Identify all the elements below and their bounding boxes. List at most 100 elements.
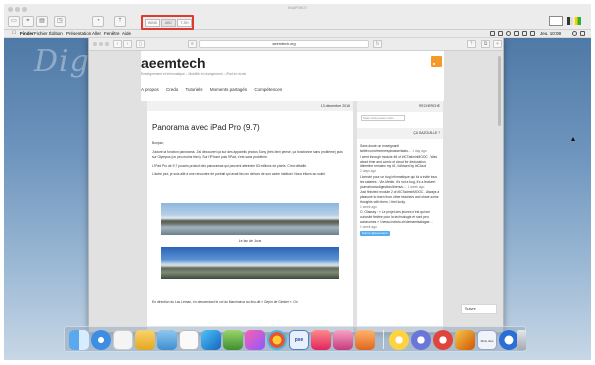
mindmap-icon[interactable] xyxy=(245,330,265,350)
crayons-icon[interactable] xyxy=(455,330,475,350)
textedit-icon[interactable] xyxy=(113,330,133,350)
trash-icon[interactable] xyxy=(517,330,526,350)
nav-link-moments-partages[interactable]: Moments partagés xyxy=(210,87,247,92)
keynote-icon[interactable]: Mots clés xyxy=(477,330,497,350)
desktop: Digit ‹ › ▯ ≡ aeemtech.org ↻ ⇡ ⧉ + aeemt… xyxy=(4,38,591,360)
mode-shape-button[interactable]: T-SH xyxy=(177,19,192,27)
main-column: 13 décembre 2016 Panorama avec iPad Pro … xyxy=(147,101,353,332)
share-icon[interactable]: ⇡ xyxy=(467,40,476,48)
twitter-follow-button[interactable]: Suivre @aeemtech xyxy=(360,231,390,237)
tweet-item[interactable]: Licencié pour un bug informatique qui lu… xyxy=(360,175,440,185)
finder-icon[interactable] xyxy=(69,330,89,350)
capture-tool-icon[interactable]: ◳ xyxy=(54,16,66,27)
sync-icon[interactable] xyxy=(506,31,511,36)
capture-mode-group: WIND ABC T-SH xyxy=(141,15,194,30)
flower-app-icon[interactable] xyxy=(333,330,353,350)
color-well[interactable] xyxy=(549,16,563,26)
volume-icon[interactable] xyxy=(530,31,535,36)
pse-app-icon[interactable]: pse xyxy=(289,330,309,350)
screen: SNAPSHOT ▭ ⌖ ▤ ◳ ◔ ⇡ WIND ABC T-SH  Fin… xyxy=(0,0,595,365)
smiley-icon[interactable] xyxy=(389,330,409,350)
twitter-heading: ÇA GAZOUILLE ? xyxy=(357,128,443,139)
safari-icon[interactable] xyxy=(91,330,111,350)
gamebox-icon[interactable] xyxy=(223,330,243,350)
menu-presentation[interactable]: Présentation xyxy=(66,31,91,36)
menu-fenetre[interactable]: Fenêtre xyxy=(104,31,120,36)
post-paragraph: J'adore la fonction panorama. J'ai décou… xyxy=(152,149,343,160)
pen-app-icon[interactable] xyxy=(201,330,221,350)
panorama-image-lake[interactable] xyxy=(161,203,339,235)
menu-clock[interactable]: Jeu. 10:08 xyxy=(540,31,561,36)
panorama-image-valley[interactable] xyxy=(161,247,339,279)
search-input[interactable]: Tapez and pressez enter xyxy=(361,115,405,121)
dock: pse Mots clés xyxy=(64,326,526,352)
tweet-item[interactable]: twitter.com/mmerespinasse/statu… 1 day a… xyxy=(360,149,440,154)
tweet-item[interactable]: O. Glassey : « Le projet des jeunes n'es… xyxy=(360,210,440,230)
suivre-button[interactable]: Suivre xyxy=(461,304,497,314)
spotlight-icon[interactable] xyxy=(572,31,577,36)
browser-zoom-icon[interactable] xyxy=(105,42,109,46)
menu-fichier[interactable]: Fichier xyxy=(34,31,48,36)
preview-icon[interactable] xyxy=(179,330,199,350)
nav-link-credo[interactable]: Credo xyxy=(166,87,178,92)
rss-icon[interactable] xyxy=(431,56,442,67)
url-bar[interactable]: aeemtech.org xyxy=(199,40,369,48)
disc-app-icon[interactable] xyxy=(411,330,431,350)
post-paragraph: L'autre jour, je suis allé à une rencont… xyxy=(152,172,326,177)
bookmarks-icon[interactable] xyxy=(135,330,155,350)
forward-icon[interactable]: › xyxy=(123,40,132,48)
menu-aide[interactable]: Aide xyxy=(122,31,131,36)
menu-edition[interactable]: Édition xyxy=(49,31,63,36)
appstore-icon[interactable] xyxy=(499,330,519,350)
scrollbar[interactable] xyxy=(498,56,501,126)
new-tab-icon[interactable]: + xyxy=(493,40,502,48)
tweet-item[interactable]: Sans doute un enseignant! xyxy=(360,144,440,149)
back-icon[interactable]: ‹ xyxy=(113,40,122,48)
nav-link-tutoriels[interactable]: Tutoriels xyxy=(185,87,202,92)
reader-icon[interactable]: ≡ xyxy=(188,40,197,48)
site-title[interactable]: aeemtech xyxy=(141,55,206,71)
sidebar-icon[interactable]: ▯ xyxy=(136,40,145,48)
browser-minimize-icon[interactable] xyxy=(99,42,103,46)
menu-aller[interactable]: Aller xyxy=(92,31,101,36)
mode-text-button[interactable]: ABC xyxy=(161,19,176,27)
reload-icon[interactable]: ↻ xyxy=(373,40,382,48)
post-paragraph: En direction du Lac Léman, en descendant… xyxy=(152,300,298,304)
pages-icon[interactable] xyxy=(355,330,375,350)
mode-window-button[interactable]: WIND xyxy=(145,19,160,27)
post-title[interactable]: Panorama avec iPad Pro (9.7) xyxy=(152,123,260,132)
color-palette[interactable] xyxy=(567,17,581,25)
post-paragraph: Bonjour, xyxy=(152,141,165,145)
web-page: aeemtech Enseignement et informatique – … xyxy=(89,51,503,332)
post-date: 13 décembre 2016 xyxy=(147,101,353,111)
notification-icon[interactable] xyxy=(580,31,585,36)
menu-app-finder[interactable]: Finder xyxy=(20,31,34,36)
crop-tool-icon[interactable]: ▭ xyxy=(8,16,20,27)
battery-icon[interactable] xyxy=(522,31,527,36)
numbers-icon[interactable] xyxy=(157,330,177,350)
timer-tool-icon[interactable]: ◔ xyxy=(92,16,104,27)
share-tool-icon[interactable]: ⇡ xyxy=(114,16,126,27)
window-tool-icon[interactable]: ▤ xyxy=(36,16,48,27)
tweet-item[interactable]: journalnomodigestion/dirers/u… 1 week ag… xyxy=(360,185,440,190)
tweet-item[interactable]: Just finished module 2 of #ICTadminMOOC … xyxy=(360,190,440,210)
post-body: Bonjour, J'adore la fonction panorama. J… xyxy=(152,141,348,181)
tabs-icon[interactable]: ⧉ xyxy=(481,40,490,48)
nav-link-competences[interactable]: Compétences xyxy=(254,87,282,92)
record-app-icon[interactable] xyxy=(433,330,453,350)
menu-bar:  Finder Fichier Édition Présentation Al… xyxy=(4,30,591,38)
select-tool-icon[interactable]: ⌖ xyxy=(22,16,34,27)
wifi-icon[interactable] xyxy=(514,31,519,36)
display-icon[interactable] xyxy=(498,31,503,36)
music-icon[interactable] xyxy=(311,330,331,350)
browser-close-icon[interactable] xyxy=(93,42,97,46)
photos-icon[interactable] xyxy=(267,330,287,350)
tweet-item[interactable]: I went through module #6 of #ICTadminMOO… xyxy=(360,155,440,175)
dock-separator xyxy=(383,330,384,349)
nav-link-a-propos[interactable]: A propos xyxy=(141,87,159,92)
image-caption: Le lac de Joux xyxy=(238,239,262,243)
browser-window: ‹ › ▯ ≡ aeemtech.org ↻ ⇡ ⧉ + aeemtech En… xyxy=(88,38,504,333)
apple-menu-icon[interactable]:  xyxy=(12,30,16,36)
site-tagline: Enseignement et informatique – Mobilité … xyxy=(141,72,247,76)
status-icon[interactable] xyxy=(490,31,495,36)
